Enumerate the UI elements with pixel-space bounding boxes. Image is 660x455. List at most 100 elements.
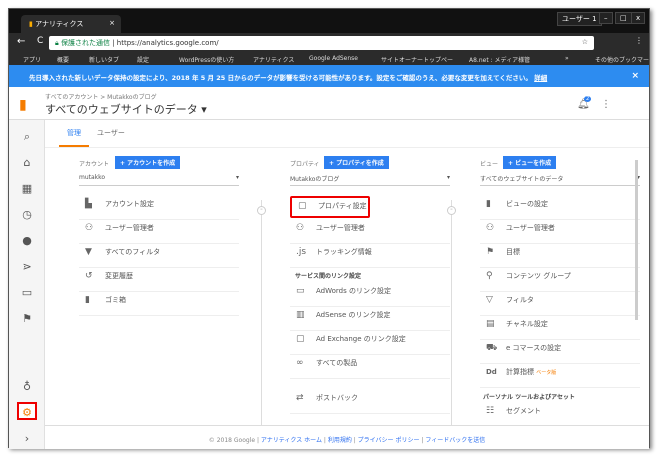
adsense-linking[interactable]: ▥ AdSense のリンク設定 <box>290 307 450 331</box>
view-select[interactable]: すべてのウェブサイトのデータ ▾ <box>480 174 640 186</box>
item-label: 計算指標 <box>506 368 534 376</box>
content-grouping[interactable]: ⚲ コンテンツ グループ <box>480 268 640 292</box>
account-user-management[interactable]: ⚇ ユーザー管理者 <box>79 220 239 244</box>
dashboard-icon[interactable]: ▦ <box>17 180 37 198</box>
back-icon[interactable]: ← <box>17 36 25 47</box>
account-filters[interactable]: ▼ すべてのフィルタ <box>79 244 239 268</box>
footer: © 2018 Google | アナリティクス ホーム | 利用規約 | プライ… <box>45 425 649 449</box>
segment-icon: ☷ <box>486 406 495 416</box>
notification-badge: 2 <box>584 96 592 102</box>
browser-tab[interactable]: ▮ アナリティクス × <box>21 15 121 33</box>
ecommerce-settings[interactable]: ⛟ e コマースの設定 <box>480 340 640 364</box>
segments[interactable]: ☷ セグメント <box>480 403 640 427</box>
bookmark[interactable]: Google AdSense <box>309 55 358 62</box>
breadcrumb[interactable]: すべてのアカウント > Mutakkoのブログ <box>45 92 157 101</box>
lightbulb-icon[interactable]: ♁ <box>17 378 37 396</box>
item-label: セグメント <box>506 407 541 415</box>
bookmark[interactable]: WordPressの使い方 <box>179 55 234 64</box>
view-user-management[interactable]: ⚇ ユーザー管理者 <box>480 220 640 244</box>
bookmark[interactable]: サイトオーナートップペー <box>381 55 453 64</box>
search-icon[interactable]: ⌕ <box>17 128 37 146</box>
all-products[interactable]: ∞ すべての製品 <box>290 355 450 379</box>
filter-icon: ▼ <box>85 247 92 257</box>
item-label: チャネル設定 <box>506 320 548 328</box>
channel-settings[interactable]: ▤ チャネル設定 <box>480 316 640 340</box>
view-selector[interactable]: すべてのウェブサイトのデータ ▾ <box>45 101 207 117</box>
home-icon[interactable]: ⌂ <box>17 154 37 172</box>
reload-icon[interactable]: C <box>37 36 43 46</box>
item-label: 目標 <box>506 248 520 256</box>
menu-icon[interactable]: ⋮ <box>635 36 643 45</box>
close-banner-button[interactable]: × <box>631 71 639 81</box>
adwords-icon: ▭ <box>296 286 305 296</box>
infinity-icon: ∞ <box>296 358 304 368</box>
footer-link-home[interactable]: アナリティクス ホーム <box>261 437 322 444</box>
tab-title: アナリティクス <box>35 20 84 28</box>
postback-icon: ⇄ <box>296 393 304 403</box>
calculated-metrics[interactable]: Dd 計算指標 ベータ版 <box>480 364 640 388</box>
maximize-button[interactable]: □ <box>615 12 632 24</box>
bookmark[interactable]: A8.net : メディア様管 <box>469 55 530 64</box>
footer-link-feedback[interactable]: フィードバックを送信 <box>425 437 485 444</box>
item-label: プロパティ設定 <box>318 202 367 210</box>
postbacks[interactable]: ⇄ ポストバック <box>290 390 450 414</box>
tab-admin[interactable]: 管理 <box>59 128 89 147</box>
item-label: ゴミ箱 <box>105 296 126 304</box>
url-text: https://analytics.google.com/ <box>116 39 219 47</box>
adwords-linking[interactable]: ▭ AdWords のリンク設定 <box>290 283 450 307</box>
item-label: トラッキング情報 <box>316 248 372 256</box>
behavior-icon[interactable]: ▭ <box>17 284 37 302</box>
create-account-button[interactable]: + アカウントを作成 <box>115 156 181 169</box>
users-icon: ⚇ <box>296 223 305 233</box>
view-filters[interactable]: ▽ フィルタ <box>480 292 640 316</box>
property-user-management[interactable]: ⚇ ユーザー管理者 <box>290 220 450 244</box>
tab-users[interactable]: ユーザー <box>97 128 125 138</box>
goals[interactable]: ⚑ 目標 <box>480 244 640 268</box>
bookmark[interactable]: 概要 <box>57 55 69 64</box>
create-view-button[interactable]: + ビューを作成 <box>503 156 557 169</box>
minimize-button[interactable]: – <box>599 12 613 24</box>
property-settings[interactable]: ▢ プロパティ設定 <box>290 196 370 218</box>
create-property-button[interactable]: + プロパティを作成 <box>324 156 389 169</box>
tracking-info[interactable]: .js トラッキング情報 <box>290 244 450 268</box>
bookmark[interactable]: 新しいタブ <box>89 55 119 64</box>
acquisition-icon[interactable]: ⋗ <box>17 258 37 276</box>
star-icon[interactable]: ☆ <box>582 38 588 46</box>
account-selected: mutakko <box>79 174 106 181</box>
expand-icon[interactable]: › <box>17 430 37 448</box>
bookmark[interactable]: アプリ <box>23 55 41 64</box>
flag-icon[interactable]: ⚑ <box>17 310 37 328</box>
bookmark[interactable]: アナリティクス <box>253 55 294 64</box>
view-settings[interactable]: ▮ ビューの設定 <box>480 196 640 220</box>
url-input[interactable]: 🔒︎ 保護された通信 | https://analytics.google.co… <box>49 36 594 50</box>
channel-icon: ▤ <box>486 319 495 329</box>
adexchange-linking[interactable]: ▢ Ad Exchange のリンク設定 <box>290 331 450 355</box>
more-icon[interactable]: ⋮ <box>601 99 611 110</box>
account-label: アカウント <box>79 161 110 168</box>
column-connector-icon: ◦ <box>447 206 456 215</box>
account-settings[interactable]: ▙ アカウント設定 <box>79 196 239 220</box>
property-select[interactable]: Mutakkoのブログ ▾ <box>290 174 450 186</box>
bookmark-overflow[interactable]: » <box>565 55 569 62</box>
details-link[interactable]: 詳細 <box>534 74 547 82</box>
secure-label: 保護された通信 <box>60 39 110 47</box>
item-label: ビューの設定 <box>506 200 548 208</box>
person-icon[interactable]: ● <box>17 232 37 250</box>
item-label: ユーザー管理者 <box>506 224 555 232</box>
footer-link-terms[interactable]: 利用規約 <box>328 437 352 444</box>
change-history[interactable]: ↺ 変更履歴 <box>79 268 239 292</box>
scrollbar[interactable] <box>635 160 638 320</box>
view-label: ビュー <box>480 161 499 168</box>
property-icon: ▢ <box>298 201 307 211</box>
bookmark[interactable]: 設定 <box>137 55 149 64</box>
person-walk-icon: ⚲ <box>486 271 493 281</box>
dd-icon: Dd <box>486 368 497 376</box>
close-window-button[interactable]: x <box>631 12 646 24</box>
account-select[interactable]: mutakko ▾ <box>79 174 239 186</box>
admin-gear-icon[interactable]: ⚙ <box>17 402 37 420</box>
footer-link-privacy[interactable]: プライバシー ポリシー <box>358 437 420 444</box>
clock-icon[interactable]: ◷ <box>17 206 37 224</box>
app-header: ▮ すべてのアカウント > Mutakkoのブログ すべてのウェブサイトのデータ… <box>9 87 649 120</box>
trash[interactable]: ▮ ゴミ箱 <box>79 292 239 316</box>
profile-button[interactable]: ユーザー 1 <box>557 12 602 26</box>
